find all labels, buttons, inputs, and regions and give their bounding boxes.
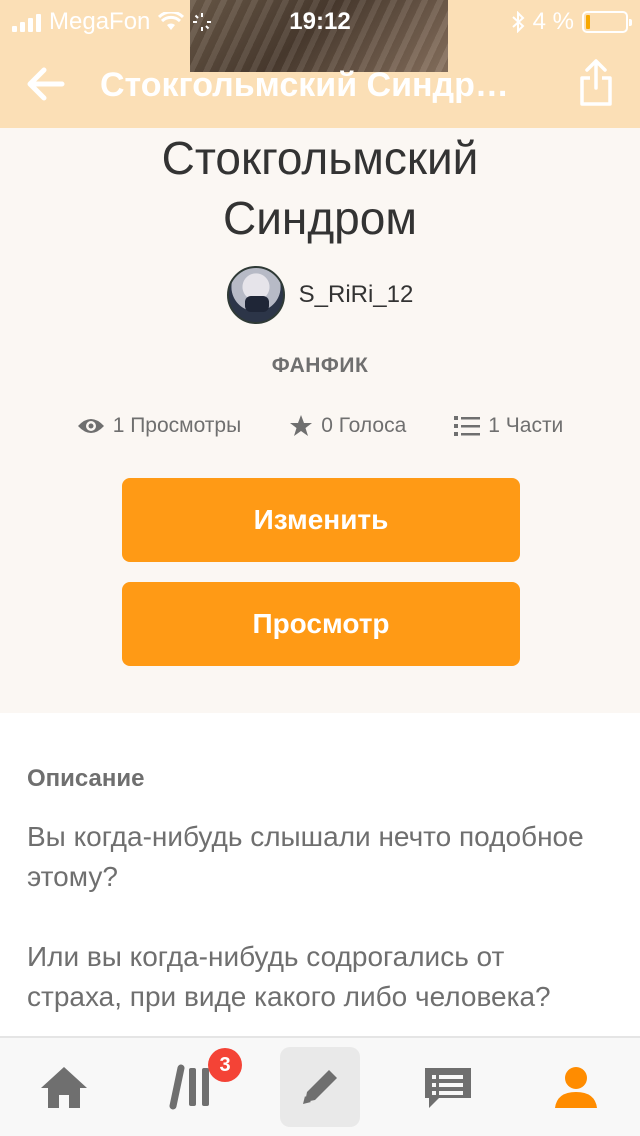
nav-bar: Стокгольмский Синдр… [0, 48, 640, 128]
star-icon [290, 415, 313, 436]
views-label: 1 Просмотры [112, 414, 242, 437]
preview-button[interactable]: Просмотр [122, 582, 520, 666]
status-bar: MegaFon 19:12 4 % [0, 0, 640, 40]
eye-icon [77, 419, 104, 433]
description-label: Описание [27, 765, 145, 792]
tab-home[interactable] [0, 1038, 128, 1136]
story-type: ФАНФИК [271, 354, 369, 377]
views-stat: 1 Просмотры [77, 414, 242, 438]
pencil-icon [303, 1070, 337, 1104]
votes-label: 0 Голоса [321, 414, 407, 437]
share-icon[interactable] [578, 58, 614, 108]
tab-profile[interactable] [512, 1038, 640, 1136]
description-paragraph: Или вы когда-нибудь содрогались от страх… [27, 941, 551, 1012]
profile-icon [555, 1067, 597, 1108]
edit-button[interactable]: Изменить [122, 478, 520, 562]
nav-title: Стокгольмский Синдр… [100, 66, 509, 104]
author-row[interactable]: S_RiRi_12 [0, 266, 640, 324]
description-paragraph: Вы когда-нибудь слышали нечто подобное э… [27, 821, 584, 892]
library-badge: 3 [208, 1048, 242, 1082]
description-section: Описание Вы когда-нибудь слышали нечто п… [0, 713, 640, 1036]
header: MegaFon 19:12 4 % Стокгольмский Синдр… [0, 0, 640, 128]
battery-percent: 4 % [532, 8, 574, 35]
tab-write[interactable] [256, 1038, 384, 1136]
list-icon [454, 416, 481, 436]
story-title: Стокгольмский Синдром [161, 132, 479, 244]
battery-icon [582, 11, 632, 33]
tab-library[interactable]: 3 [128, 1038, 256, 1136]
avatar[interactable] [226, 266, 285, 324]
home-icon [41, 1067, 87, 1108]
story-info: Стокгольмский Синдром S_RiRi_12 ФАНФИК 1… [0, 128, 640, 713]
description-text: Вы когда-нибудь слышали нечто подобное э… [27, 817, 587, 1036]
bluetooth-icon [511, 11, 525, 33]
tab-bar: 3 [0, 1036, 640, 1136]
story-stats: 1 Просмотры 0 Голоса 1 Части [0, 414, 640, 438]
messages-icon [425, 1068, 471, 1108]
parts-stat: 1 Части [454, 414, 563, 438]
back-arrow-icon[interactable] [22, 60, 70, 108]
author-name[interactable]: S_RiRi_12 [299, 281, 414, 309]
tab-messages[interactable] [384, 1038, 512, 1136]
parts-label: 1 Части [488, 414, 564, 437]
votes-stat: 0 Голоса [289, 414, 406, 438]
